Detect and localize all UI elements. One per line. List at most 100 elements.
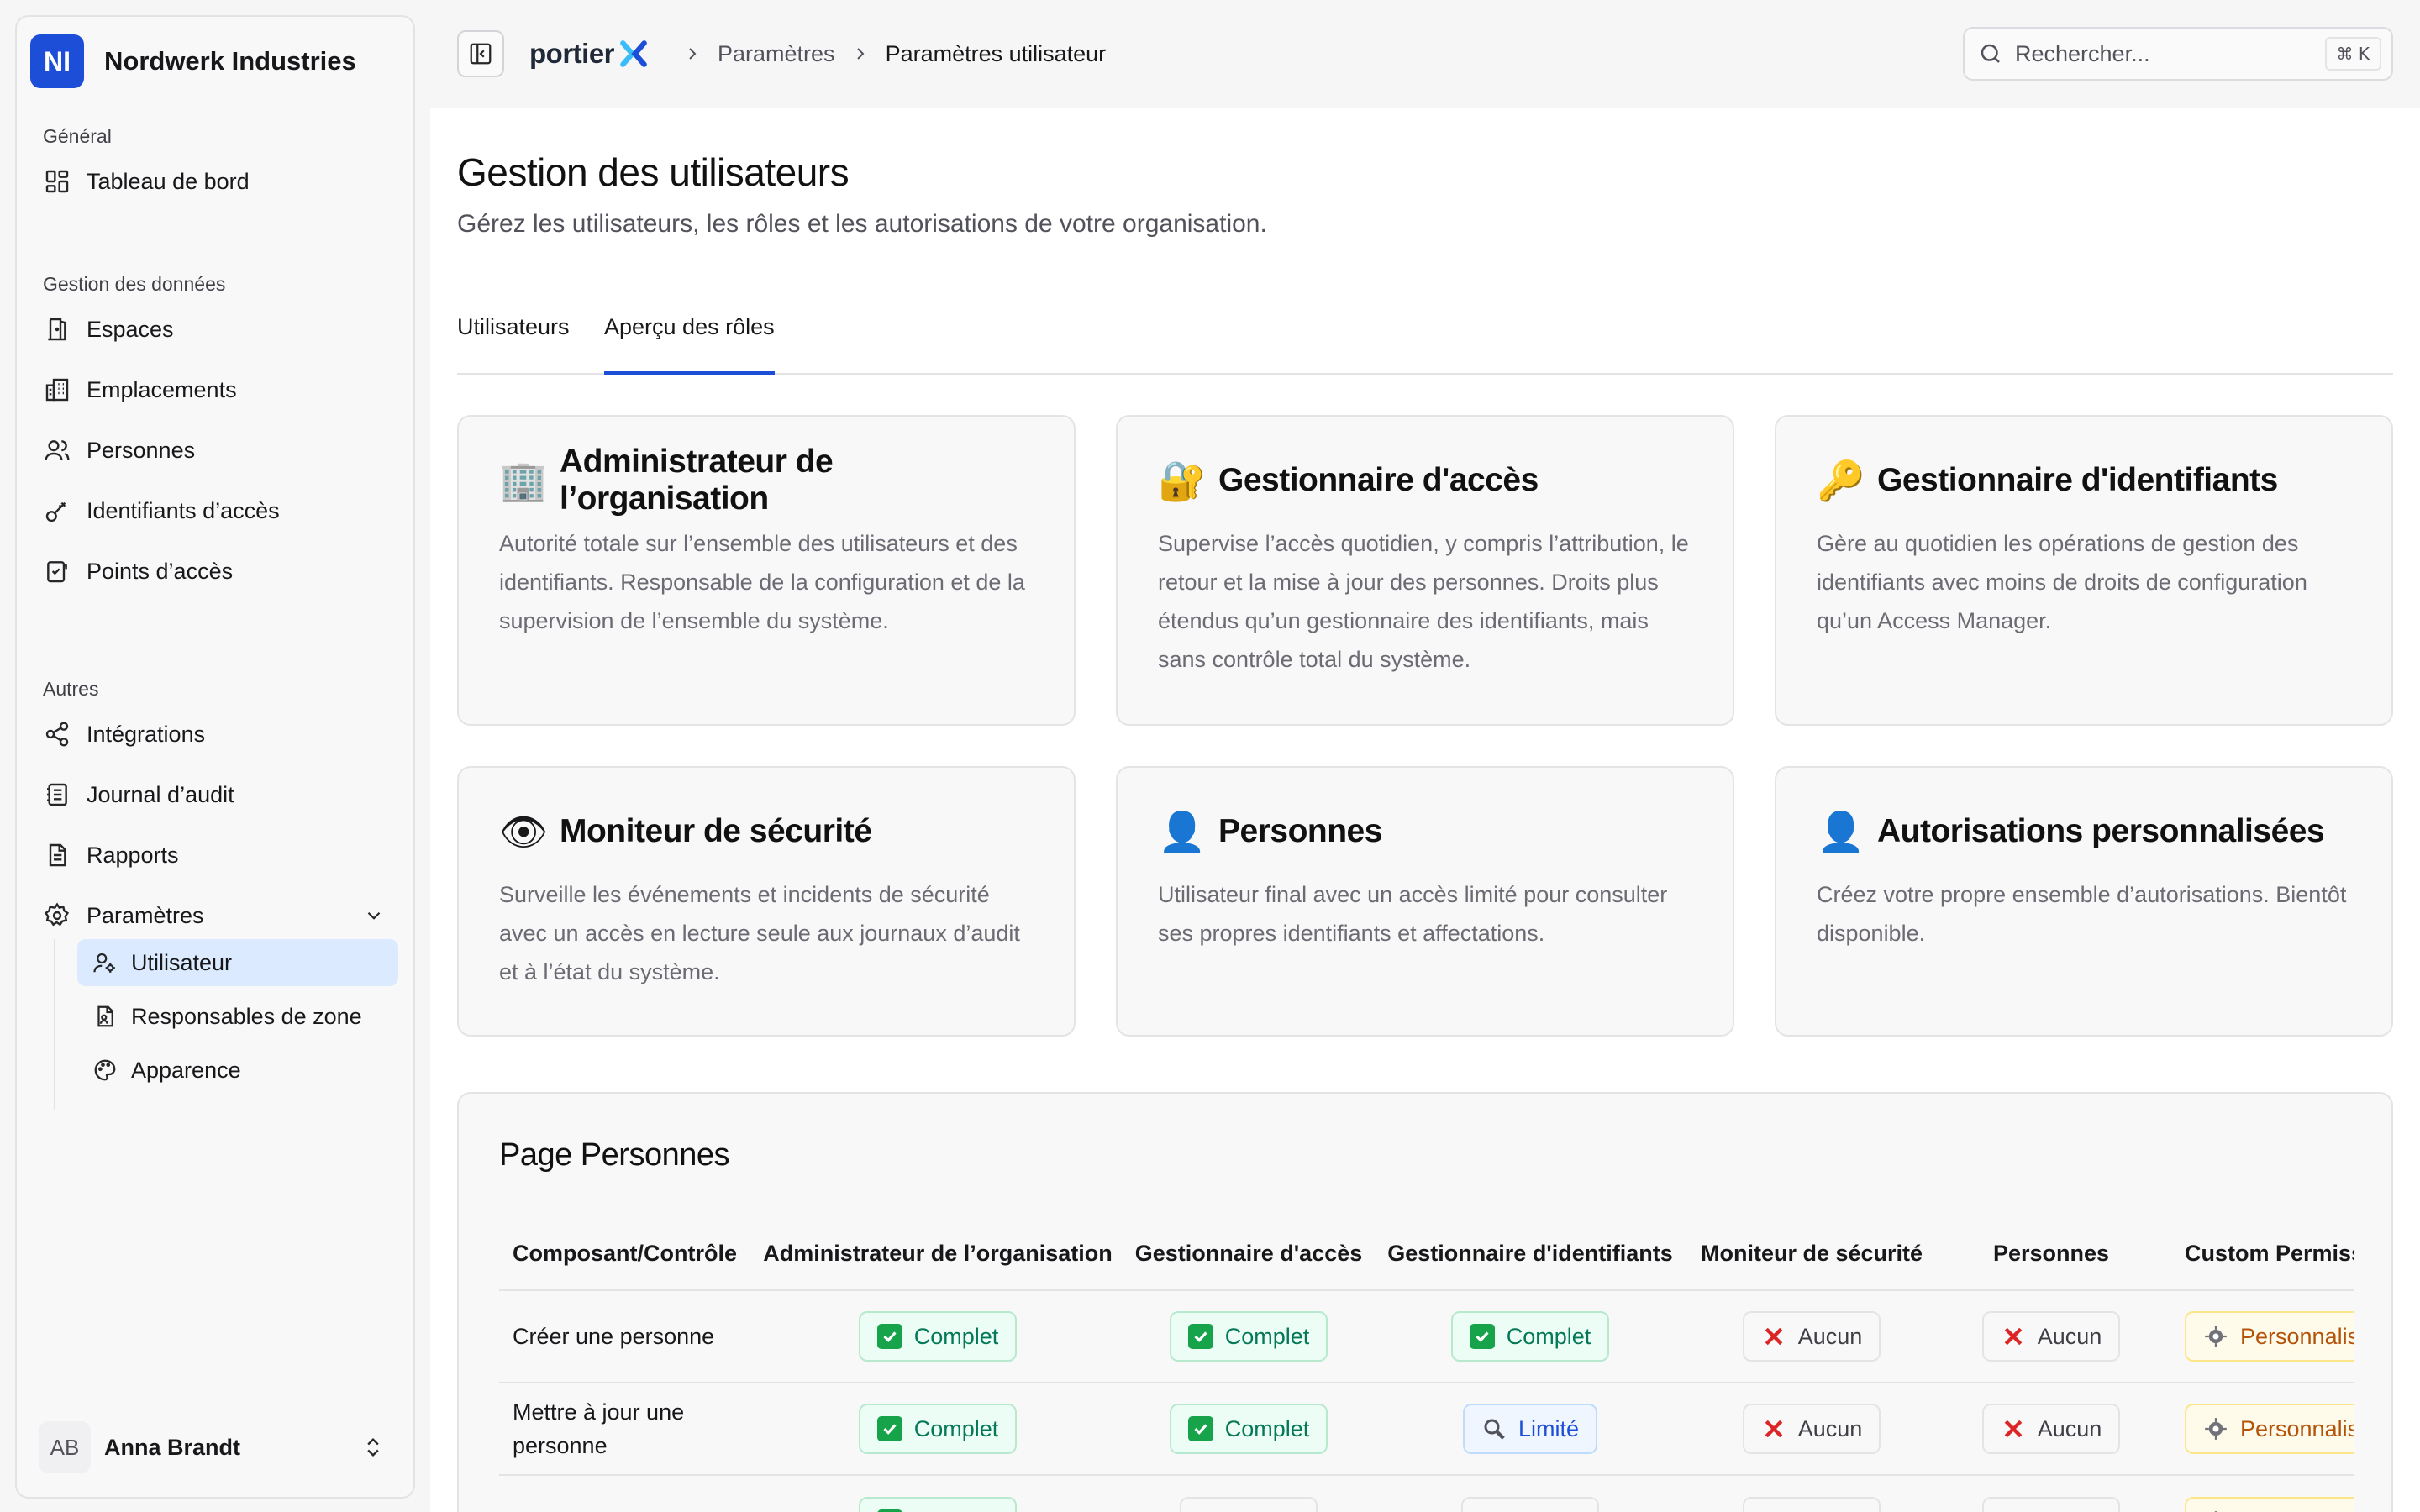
file-user-icon bbox=[91, 1002, 119, 1031]
settings-submenu: Utilisateur Responsables de zone Apparen… bbox=[54, 939, 407, 1110]
permission-cell: Personnalisé bbox=[2165, 1474, 2354, 1512]
tab-users[interactable]: Utilisateurs bbox=[457, 302, 570, 375]
chevron-right-icon bbox=[689, 48, 697, 60]
page-title: Gestion des utilisateurs bbox=[457, 150, 850, 194]
table-header-row: Composant/Contrôle Administrateur de l’o… bbox=[499, 1218, 2354, 1290]
dashboard-icon bbox=[43, 167, 71, 196]
row-label: Supprimer la personne bbox=[499, 1474, 753, 1512]
column-header: Gestionnaire d'identifiants bbox=[1387, 1241, 1673, 1266]
log-icon bbox=[43, 780, 71, 809]
nav-section-others: Autres Intégrations Journal d’audit Rapp… bbox=[17, 674, 413, 946]
role-card-people: 👤 Personnes Utilisateur final avec un acc… bbox=[1116, 766, 1734, 1037]
org-switcher[interactable]: NI Nordwerk Industries bbox=[30, 34, 356, 89]
permission-badge-custom: Personnalisé bbox=[2185, 1496, 2354, 1512]
cross-icon bbox=[2004, 1420, 2023, 1438]
role-title: Administrateur de l’organisation bbox=[560, 444, 834, 517]
sidebar-subitem-zone-managers[interactable]: Responsables de zone bbox=[77, 993, 398, 1040]
column-header: Custom Permissions bbox=[2185, 1241, 2354, 1266]
role-title: Gestionnaire d'identifiants bbox=[1877, 462, 2278, 498]
sidebar-item-locations[interactable]: Emplacements bbox=[17, 360, 413, 420]
column-header: Composant/Contrôle bbox=[513, 1241, 737, 1266]
eye-icon: 👁 bbox=[499, 808, 549, 854]
role-card-custom: 👤 Autorisations personnalisées Créez votr… bbox=[1775, 766, 2393, 1037]
permission-badge-limited: Limité bbox=[1462, 1404, 1598, 1454]
breadcrumb: Paramètres Paramètres utilisateur bbox=[667, 34, 1106, 74]
role-title: Personnes bbox=[1218, 813, 1382, 849]
sidebar-subitem-user[interactable]: Utilisateur bbox=[77, 939, 398, 986]
sidebar-item-access-points[interactable]: Points d’accès bbox=[17, 541, 413, 601]
permission-cell: Aucun bbox=[1686, 1382, 1938, 1475]
permissions-table-scroll[interactable]: Composant/Contrôle Administrateur de l’o… bbox=[499, 1218, 2354, 1512]
tab-roles-overview[interactable]: Aperçu des rôles bbox=[604, 302, 775, 375]
building-icon bbox=[43, 375, 71, 404]
check-box-icon bbox=[1469, 1324, 1495, 1349]
badge-label: Complet bbox=[914, 1509, 999, 1512]
user-name: Anna Brandt bbox=[104, 1434, 240, 1460]
permission-cell: Aucun bbox=[1938, 1382, 2165, 1475]
brand-logo[interactable]: portier bbox=[529, 34, 650, 74]
sidebar-item-reports[interactable]: Rapports bbox=[17, 825, 413, 885]
chevron-down-icon[interactable] bbox=[363, 905, 385, 927]
check-box-icon bbox=[876, 1416, 902, 1441]
badge-label: Limité bbox=[1518, 1415, 1580, 1441]
badge-icon bbox=[1761, 1324, 1786, 1349]
sidebar-toggle-button[interactable] bbox=[457, 30, 504, 77]
brand-name: portier bbox=[529, 38, 615, 69]
badge-label: Aucun bbox=[1798, 1509, 1863, 1512]
badge-icon bbox=[2001, 1416, 2026, 1441]
permission-badge-custom: Personnalisé bbox=[2185, 1311, 2354, 1362]
permission-cell: Aucun bbox=[1938, 1474, 2165, 1512]
permission-cell: Personnalisé bbox=[2165, 1289, 2354, 1383]
breadcrumb-parent[interactable]: Paramètres bbox=[718, 41, 835, 67]
role-title: Moniteur de sécurité bbox=[560, 813, 872, 849]
chevron-right-icon bbox=[856, 48, 864, 60]
badge-icon bbox=[1481, 1416, 1507, 1441]
tab-bar: Utilisateurs Aperçu des rôles bbox=[457, 302, 2393, 375]
cross-icon bbox=[1198, 1509, 1223, 1512]
badge-label: Complet bbox=[913, 1323, 999, 1349]
sidebar-item-integrations[interactable]: Intégrations bbox=[17, 704, 413, 764]
column-header: Moniteur de sécurité bbox=[1700, 1241, 1923, 1266]
panel-left-icon bbox=[470, 43, 492, 65]
permission-cell: Aucun bbox=[1686, 1289, 1938, 1383]
topbar: portier Paramètres Paramètres utilisateu… bbox=[430, 0, 2420, 108]
permission-badge-custom: Personnalisé bbox=[2185, 1404, 2354, 1454]
role-card-org-admin: 🏢 Administrateur de l’organisation Autori… bbox=[457, 415, 1076, 726]
share-icon bbox=[43, 720, 71, 748]
role-title: Gestionnaire d'accès bbox=[1218, 462, 1539, 498]
sidebar-item-people[interactable]: Personnes bbox=[17, 420, 413, 480]
badge-icon bbox=[2001, 1324, 2026, 1349]
brand-mark-icon bbox=[620, 40, 647, 67]
role-description: Créez votre propre ensemble d’autorisati… bbox=[1817, 882, 2347, 946]
badge-icon bbox=[876, 1509, 902, 1512]
search-input[interactable]: Rechercher... ⌘ K bbox=[1963, 27, 2393, 81]
permission-cell: Aucun bbox=[1686, 1474, 1938, 1512]
badge-label: Complet bbox=[913, 1415, 999, 1441]
gear-icon bbox=[2205, 1326, 2227, 1347]
permission-badge-full: Complet bbox=[858, 1311, 1018, 1362]
sidebar-item-spaces[interactable]: Espaces bbox=[17, 299, 413, 360]
sidebar-item-dashboard[interactable]: Tableau de bord bbox=[17, 151, 413, 212]
sidebar-subitem-appearance[interactable]: Apparence bbox=[77, 1047, 398, 1094]
palette-icon bbox=[91, 1056, 119, 1084]
permission-badge-none: Aucun bbox=[1981, 1311, 2121, 1362]
permission-cell: Complet bbox=[1123, 1382, 1375, 1475]
role-card-access-manager: 🔐 Gestionnaire d'accès Supervise l’accès … bbox=[1116, 415, 1734, 726]
sidebar-item-label: Espaces bbox=[87, 316, 174, 342]
nav-heading-others: Autres bbox=[43, 678, 99, 700]
cross-icon bbox=[2004, 1327, 2023, 1346]
org-logo: NI bbox=[30, 34, 84, 88]
sidebar-item-settings[interactable]: Paramètres bbox=[17, 885, 413, 946]
badge-icon bbox=[2001, 1509, 2026, 1512]
permission-cell: Complet bbox=[1123, 1289, 1375, 1383]
badge-label: Complet bbox=[1506, 1323, 1591, 1349]
sidebar-item-audit-log[interactable]: Journal d’audit bbox=[17, 764, 413, 825]
cross-icon bbox=[1765, 1327, 1783, 1346]
role-card-security-monitor: 👁 Moniteur de sécurité Surveille les évén… bbox=[457, 766, 1076, 1037]
sidebar-item-credentials[interactable]: Identifiants d’accès bbox=[17, 480, 413, 541]
sidebar-subitem-label: Utilisateur bbox=[131, 949, 233, 975]
search-icon bbox=[1981, 44, 2000, 63]
badge-label: Personnalisé bbox=[2240, 1323, 2354, 1349]
permissions-table-card: Page Personnes Composant/Contrôle Admini… bbox=[457, 1092, 2393, 1512]
user-menu[interactable]: AB Anna Brandt bbox=[39, 1416, 400, 1478]
